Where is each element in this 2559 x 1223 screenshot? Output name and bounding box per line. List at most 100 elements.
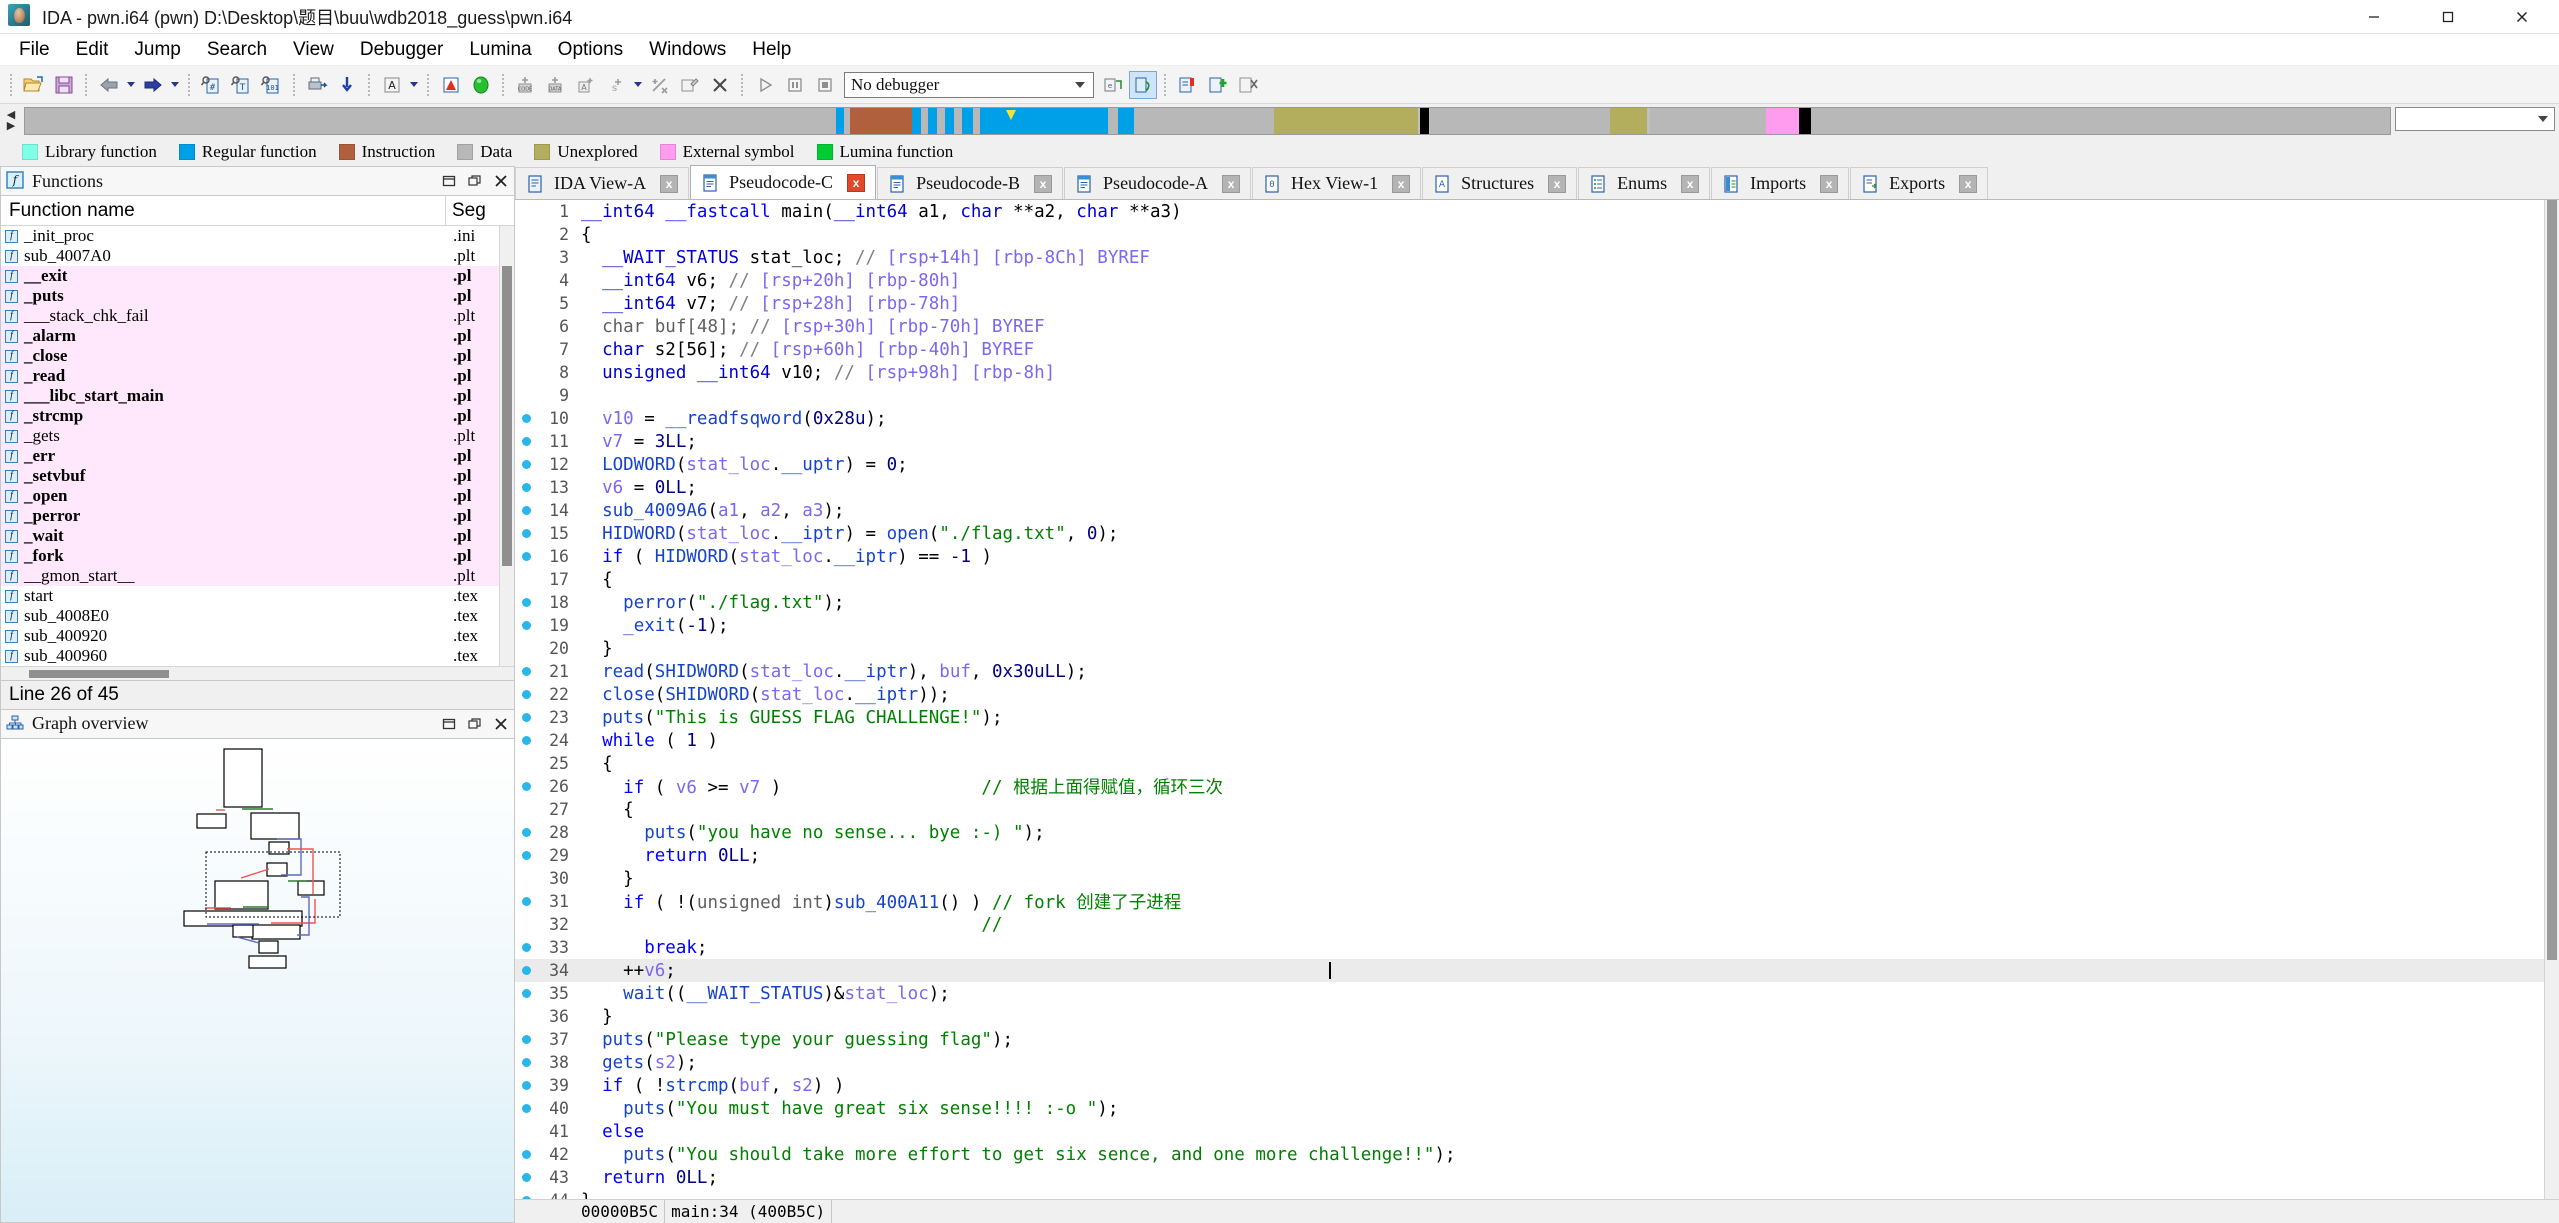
step-icon[interactable] — [1129, 70, 1157, 99]
table-row[interactable]: f _close .pl — [1, 346, 514, 366]
breakpoint-dot-icon[interactable] — [521, 598, 531, 607]
functions-float-button[interactable] — [462, 168, 488, 194]
tab-close-icon[interactable]: x — [1959, 174, 1978, 193]
tab-hex-view-1[interactable]: 0 Hex View-1 x — [1252, 167, 1422, 199]
breakpoint-dot-icon[interactable] — [521, 414, 531, 423]
debugger-select[interactable]: No debugger — [844, 71, 1094, 98]
code-line[interactable]: 12 LODWORD(stat_loc.__uptr) = 0; — [515, 453, 2559, 476]
breakpoint-gutter[interactable] — [515, 598, 537, 607]
breakpoint-gutter[interactable] — [515, 897, 537, 906]
breakpoint-gutter[interactable] — [515, 667, 537, 676]
code-line[interactable]: 26 if ( v6 >= v7 ) // 根据上面得赋值，循环三次 — [515, 775, 2559, 798]
breakpoint-gutter[interactable] — [515, 736, 537, 745]
breakpoint-dot-icon[interactable] — [521, 1081, 531, 1090]
menu-lumina[interactable]: Lumina — [456, 37, 544, 63]
nav-jump-combo[interactable] — [2395, 107, 2555, 131]
save-icon[interactable] — [50, 71, 78, 99]
breakpoint-gutter[interactable] — [515, 506, 537, 515]
nav-scroll-left[interactable]: ◀ ▶ — [0, 104, 22, 138]
struct-dropdown-icon[interactable] — [631, 72, 645, 98]
code-line[interactable]: 36 } — [515, 1005, 2559, 1028]
code-line[interactable]: 31 if ( !(unsigned int)sub_400A11() ) //… — [515, 890, 2559, 913]
toolbar-grip-2[interactable] — [83, 72, 90, 98]
menu-view[interactable]: View — [280, 37, 347, 63]
tab-pseudocode-a[interactable]: Pseudocode-A x — [1064, 167, 1252, 199]
breakpoint-gutter[interactable] — [515, 414, 537, 423]
lumina-push-icon[interactable] — [1204, 71, 1232, 99]
breakpoint-dot-icon[interactable] — [521, 989, 531, 998]
table-row[interactable]: f sub_400960 .tex — [1, 646, 514, 666]
tab-structures[interactable]: A Structures x — [1422, 167, 1578, 199]
toolbar-grip-6[interactable] — [425, 72, 432, 98]
run-icon[interactable] — [751, 71, 779, 99]
menu-edit[interactable]: Edit — [63, 37, 122, 63]
table-row[interactable]: f sub_4008E0 .tex — [1, 606, 514, 626]
tab-close-icon[interactable]: x — [1222, 174, 1241, 193]
code-line[interactable]: 18 perror("./flag.txt"); — [515, 591, 2559, 614]
code-line[interactable]: 10 v10 = __readfsqword(0x28u); — [515, 407, 2559, 430]
code-line[interactable]: 2{ — [515, 223, 2559, 246]
tab-exports[interactable]: Exports x — [1850, 167, 1989, 199]
make-array-icon[interactable]: A — [572, 71, 600, 99]
code-line[interactable]: 23 puts("This is GUESS FLAG CHALLENGE!")… — [515, 706, 2559, 729]
ascii-dropdown-icon[interactable] — [407, 72, 421, 98]
breakpoint-gutter[interactable] — [515, 966, 537, 975]
code-line[interactable]: 6 char buf[48]; // [rsp+30h] [rbp-70h] B… — [515, 315, 2559, 338]
table-row[interactable]: f sub_400920 .tex — [1, 626, 514, 646]
attach-icon[interactable]: e — [1099, 71, 1127, 99]
navigation-band[interactable] — [24, 107, 2391, 135]
table-row[interactable]: f __exit .pl — [1, 266, 514, 286]
toolbar-grip-5[interactable] — [366, 72, 373, 98]
toolbar-grip-9[interactable] — [1162, 72, 1169, 98]
code-line[interactable]: 7 char s2[56]; // [rsp+60h] [rbp-40h] BY… — [515, 338, 2559, 361]
breakpoint-dot-icon[interactable] — [521, 483, 531, 492]
graph-restore-button[interactable] — [436, 711, 462, 737]
breakpoint-gutter[interactable] — [515, 989, 537, 998]
functions-restore-button[interactable] — [436, 168, 462, 194]
breakpoint-dot-icon[interactable] — [521, 437, 531, 446]
breakpoint-dot-icon[interactable] — [521, 529, 531, 538]
breakpoint-gutter[interactable] — [515, 1081, 537, 1090]
pseudocode-scroll-area[interactable]: 1 __int64 __fastcall main(__int64 a1, cha… — [515, 200, 2559, 1199]
breakpoint-dot-icon[interactable] — [521, 1058, 531, 1067]
code-line[interactable]: 8 unsigned __int64 v10; // [rsp+98h] [rb… — [515, 361, 2559, 384]
code-line[interactable]: 1 __int64 __fastcall main(__int64 a1, cha… — [515, 200, 2559, 223]
tab-pseudocode-b[interactable]: Pseudocode-B x — [877, 167, 1064, 199]
breakpoint-gutter[interactable] — [515, 1196, 537, 1199]
table-row[interactable]: f ___libc_start_main .pl — [1, 386, 514, 406]
breakpoint-gutter[interactable] — [515, 552, 537, 561]
tab-close-icon[interactable]: x — [847, 173, 866, 192]
menu-windows[interactable]: Windows — [636, 37, 739, 63]
breakpoint-dot-icon[interactable] — [521, 1173, 531, 1182]
code-line[interactable]: 38 gets(s2); — [515, 1051, 2559, 1074]
breakpoint-dot-icon[interactable] — [521, 1150, 531, 1159]
breakpoint-dot-icon[interactable] — [521, 506, 531, 515]
undefine-icon[interactable] — [646, 71, 674, 99]
breakpoint-gutter[interactable] — [515, 1173, 537, 1182]
functions-vertical-scrollbar[interactable] — [499, 226, 514, 666]
table-row[interactable]: f start .tex — [1, 586, 514, 606]
breakpoint-dot-icon[interactable] — [521, 552, 531, 561]
minimize-button[interactable] — [2337, 0, 2411, 33]
search-hash-icon[interactable]: # — [198, 71, 226, 99]
breakpoint-dot-icon[interactable] — [521, 782, 531, 791]
breakpoint-gutter[interactable] — [515, 851, 537, 860]
code-line[interactable]: 22 close(SHIDWORD(stat_loc.__iptr)); — [515, 683, 2559, 706]
breakpoint-gutter[interactable] — [515, 782, 537, 791]
tab-close-icon[interactable]: x — [1034, 174, 1053, 193]
stop-icon[interactable] — [811, 71, 839, 99]
make-code-icon[interactable]: CODE — [512, 71, 540, 99]
ascii-icon[interactable]: A — [378, 71, 406, 99]
code-line[interactable]: 39 if ( !strcmp(buf, s2) ) — [515, 1074, 2559, 1097]
breakpoint-gutter[interactable] — [515, 713, 537, 722]
tab-imports[interactable]: Imports x — [1711, 167, 1850, 199]
breakpoint-gutter[interactable] — [515, 828, 537, 837]
code-line[interactable]: 37 puts("Please type your guessing flag"… — [515, 1028, 2559, 1051]
make-data-icon[interactable]: DATA — [542, 71, 570, 99]
maximize-button[interactable] — [2411, 0, 2485, 33]
code-line[interactable]: 11 v7 = 3LL; — [515, 430, 2559, 453]
lumina-del-icon[interactable] — [1234, 71, 1262, 99]
breakpoint-dot-icon[interactable] — [521, 667, 531, 676]
tab-close-icon[interactable]: x — [660, 174, 679, 193]
table-row[interactable]: f ___stack_chk_fail .plt — [1, 306, 514, 326]
